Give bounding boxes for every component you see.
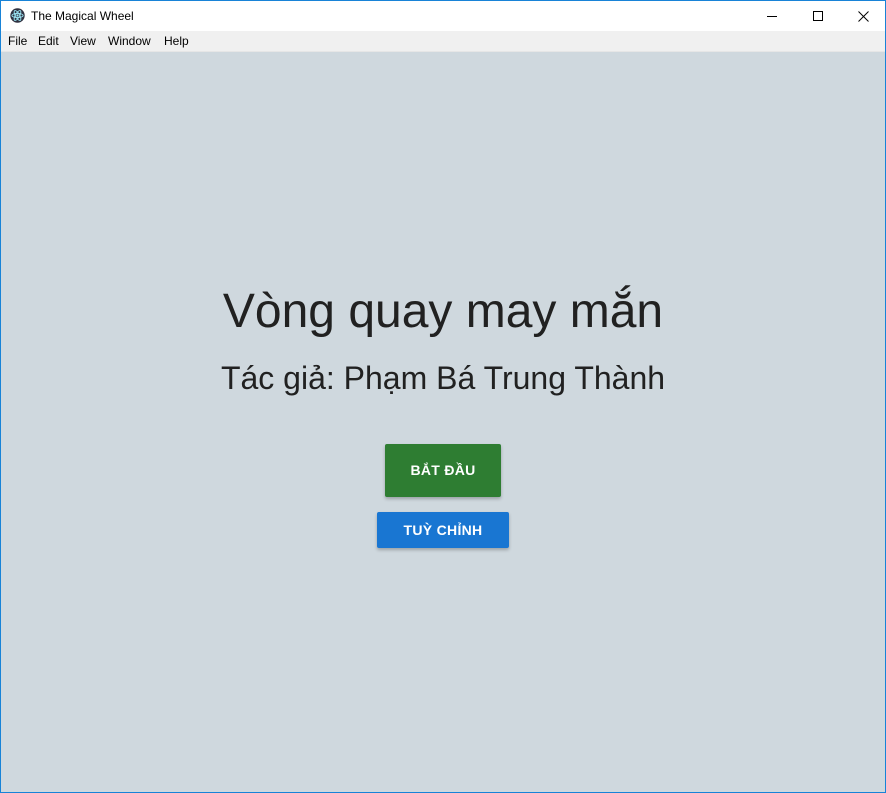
minimize-icon bbox=[767, 16, 777, 17]
menu-bar: File Edit View Window Help bbox=[1, 31, 885, 52]
maximize-button[interactable] bbox=[795, 1, 841, 31]
page-title: Vòng quay may mắn bbox=[222, 285, 664, 338]
title-bar[interactable]: The Magical Wheel bbox=[1, 1, 885, 31]
maximize-icon bbox=[813, 11, 823, 21]
close-icon bbox=[857, 10, 869, 22]
main-content: Vòng quay may mắn Tác giả: Phạm Bá Trung… bbox=[1, 52, 885, 792]
author-subtitle: Tác giả: Phạm Bá Trung Thành bbox=[220, 360, 666, 396]
menu-view[interactable]: View bbox=[70, 34, 96, 48]
start-button[interactable]: BẮT ĐẦU bbox=[385, 444, 501, 497]
window-title: The Magical Wheel bbox=[31, 9, 134, 23]
electron-atom-icon bbox=[10, 8, 25, 23]
customize-button[interactable]: TUỲ CHỈNH bbox=[377, 512, 509, 548]
close-button[interactable] bbox=[840, 1, 885, 31]
menu-help[interactable]: Help bbox=[164, 34, 189, 48]
menu-edit[interactable]: Edit bbox=[38, 34, 59, 48]
menu-window[interactable]: Window bbox=[108, 34, 151, 48]
minimize-button[interactable] bbox=[749, 1, 795, 31]
app-window: The Magical Wheel File Edit View Window … bbox=[0, 0, 886, 793]
menu-file[interactable]: File bbox=[8, 34, 27, 48]
